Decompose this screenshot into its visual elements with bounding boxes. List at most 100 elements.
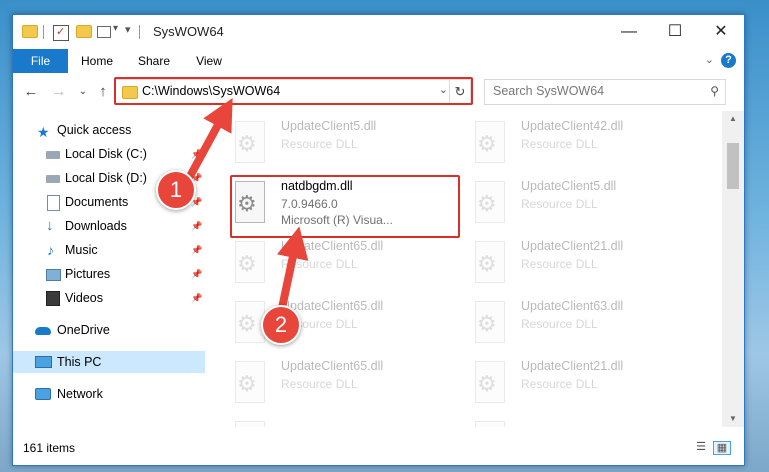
file-tile[interactable]: ⚙ UpdateClient21.dll Resource DLL	[471, 237, 701, 295]
customize-toolbar-icon[interactable]: ▾	[125, 23, 131, 36]
details-view-icon[interactable]: ☰	[693, 441, 709, 453]
sidebar-item-label: OneDrive	[57, 323, 110, 337]
pin-icon[interactable]: 📌	[191, 263, 202, 285]
properties-icon[interactable]	[53, 25, 69, 41]
file-tile[interactable]: ⚙ UpdateClient65.dll Resource DLL	[231, 237, 461, 295]
drive-icon	[46, 175, 60, 183]
dll-file-icon: ⚙	[471, 241, 505, 283]
pin-icon[interactable]: 📌	[191, 215, 202, 237]
file-tile[interactable]: ⚙ UpdateClient5.dll Resource DLL	[231, 117, 461, 175]
search-icon[interactable]: ⚲	[710, 84, 719, 98]
file-name: UpdateClient65.dll	[281, 239, 384, 253]
pin-icon[interactable]: 📌	[191, 239, 202, 261]
new-folder-icon[interactable]	[76, 25, 92, 38]
back-button[interactable]: ←	[21, 82, 41, 102]
minimize-button[interactable]: —	[606, 15, 652, 49]
star-icon: ★	[37, 124, 50, 140]
dll-file-icon: ⚙	[231, 241, 265, 283]
file-tile[interactable]: ⚙ UpdateClient63.dll Resource DLL	[471, 297, 701, 355]
tab-view[interactable]: View	[185, 49, 233, 73]
step-1-badge: 1	[156, 170, 196, 210]
window-title: SysWOW64	[153, 24, 224, 39]
close-button[interactable]: ✕	[698, 15, 744, 49]
sidebar-item-network[interactable]: Network	[13, 383, 205, 405]
chevron-down-icon[interactable]: ▾	[113, 23, 118, 34]
sidebar-item-videos[interactable]: Videos 📌	[13, 287, 205, 309]
file-tile[interactable]: ⚙	[231, 417, 461, 427]
sidebar-item-label: Downloads	[65, 219, 127, 233]
sidebar-item-label: Music	[65, 243, 98, 257]
qat-divider	[43, 25, 44, 39]
tab-share[interactable]: Share	[129, 49, 179, 73]
file-name: UpdateClient5.dll	[521, 179, 617, 193]
file-type: Resource DLL	[281, 257, 358, 271]
maximize-button[interactable]: ☐	[652, 15, 698, 49]
sidebar-item-label: Videos	[65, 291, 103, 305]
search-placeholder: Search SysWOW64	[493, 84, 605, 98]
sidebar-item-label: This PC	[57, 355, 102, 369]
scroll-thumb[interactable]	[727, 143, 739, 189]
tab-file[interactable]: File	[13, 49, 68, 73]
search-input[interactable]: Search SysWOW64 ⚲	[484, 79, 726, 105]
file-type: Resource DLL	[521, 317, 598, 331]
up-button[interactable]: ↑	[93, 82, 113, 102]
file-name: UpdateClient21.dll	[521, 239, 624, 253]
file-name: UpdateClient42.dll	[521, 119, 624, 133]
file-name: UpdateClient5.dll	[281, 119, 377, 133]
large-icons-view-icon[interactable]: ▦	[713, 441, 731, 455]
file-type: Resource DLL	[521, 137, 598, 151]
pin-icon[interactable]: 📌	[191, 287, 202, 309]
dll-file-icon: ⚙	[471, 361, 505, 403]
file-type: Resource DLL	[521, 257, 598, 271]
sidebar-item-this-pc[interactable]: This PC	[13, 351, 205, 373]
download-icon: ↓	[46, 217, 54, 234]
forward-button[interactable]: →	[49, 82, 69, 102]
file-tile[interactable]: ⚙ UpdateClient42.dll Resource DLL	[471, 117, 701, 175]
vertical-scrollbar[interactable]: ▲ ▼	[722, 111, 744, 427]
customize-view-icon[interactable]	[97, 26, 111, 38]
scroll-down-icon[interactable]: ▼	[722, 411, 744, 427]
documents-icon	[47, 195, 60, 211]
folder-icon	[22, 25, 38, 38]
sidebar-item-onedrive[interactable]: OneDrive	[13, 319, 205, 341]
expand-ribbon-icon[interactable]: ⌄	[705, 53, 714, 66]
file-type: Resource DLL	[521, 197, 598, 211]
tab-home[interactable]: Home	[73, 49, 121, 73]
address-highlight-box	[114, 77, 473, 105]
sidebar-item-label: Documents	[65, 195, 129, 209]
file-list: ⚙ UpdateClient5.dll Resource DLL ⚙ natdb…	[219, 111, 722, 427]
title-divider	[139, 25, 140, 39]
recent-locations-button[interactable]: ⌄	[73, 82, 93, 102]
status-bar: 161 items ☰ ▦	[13, 427, 744, 465]
computer-icon	[35, 356, 52, 368]
sidebar-item-pictures[interactable]: Pictures 📌	[13, 263, 205, 285]
videos-icon	[46, 291, 60, 306]
dll-file-icon: ⚙	[471, 121, 505, 163]
file-tile[interactable]: ⚙ UpdateClient5.dll Resource DLL	[471, 177, 701, 235]
file-tile[interactable]: ⚙	[471, 417, 701, 427]
file-name: UpdateClient65.dll	[281, 299, 384, 313]
sidebar-item-local-disk-c[interactable]: Local Disk (C:) 📌	[13, 143, 205, 165]
file-name: UpdateClient63.dll	[521, 299, 624, 313]
sidebar-item-label: Network	[57, 387, 103, 401]
sidebar-item-label: Quick access	[57, 123, 132, 137]
sidebar-item-label: Local Disk (D:)	[65, 171, 147, 185]
sidebar-item-quick-access[interactable]: ★ Quick access	[13, 119, 205, 141]
file-name: UpdateClient21.dll	[521, 359, 624, 373]
cloud-icon	[35, 327, 51, 335]
file-tile[interactable]: ⚙ UpdateClient21.dll Resource DLL	[471, 357, 701, 415]
sidebar-item-downloads[interactable]: ↓ Downloads 📌	[13, 215, 205, 237]
sidebar-item-music[interactable]: ♪ Music 📌	[13, 239, 205, 261]
file-tile[interactable]: ⚙ UpdateClient65.dll Resource DLL	[231, 357, 461, 415]
file-type: Resource DLL	[281, 137, 358, 151]
pin-icon[interactable]: 📌	[191, 143, 202, 165]
ribbon-tabs: File Home Share View ⌄ ?	[13, 49, 744, 74]
help-icon[interactable]: ?	[721, 53, 736, 68]
file-name: UpdateClient65.dll	[281, 359, 384, 373]
sidebar-item-label: Local Disk (C:)	[65, 147, 147, 161]
dll-file-icon: ⚙	[231, 361, 265, 403]
file-type: Resource DLL	[281, 377, 358, 391]
drive-icon	[46, 151, 60, 159]
step-2-badge: 2	[261, 305, 301, 345]
scroll-up-icon[interactable]: ▲	[722, 111, 744, 127]
